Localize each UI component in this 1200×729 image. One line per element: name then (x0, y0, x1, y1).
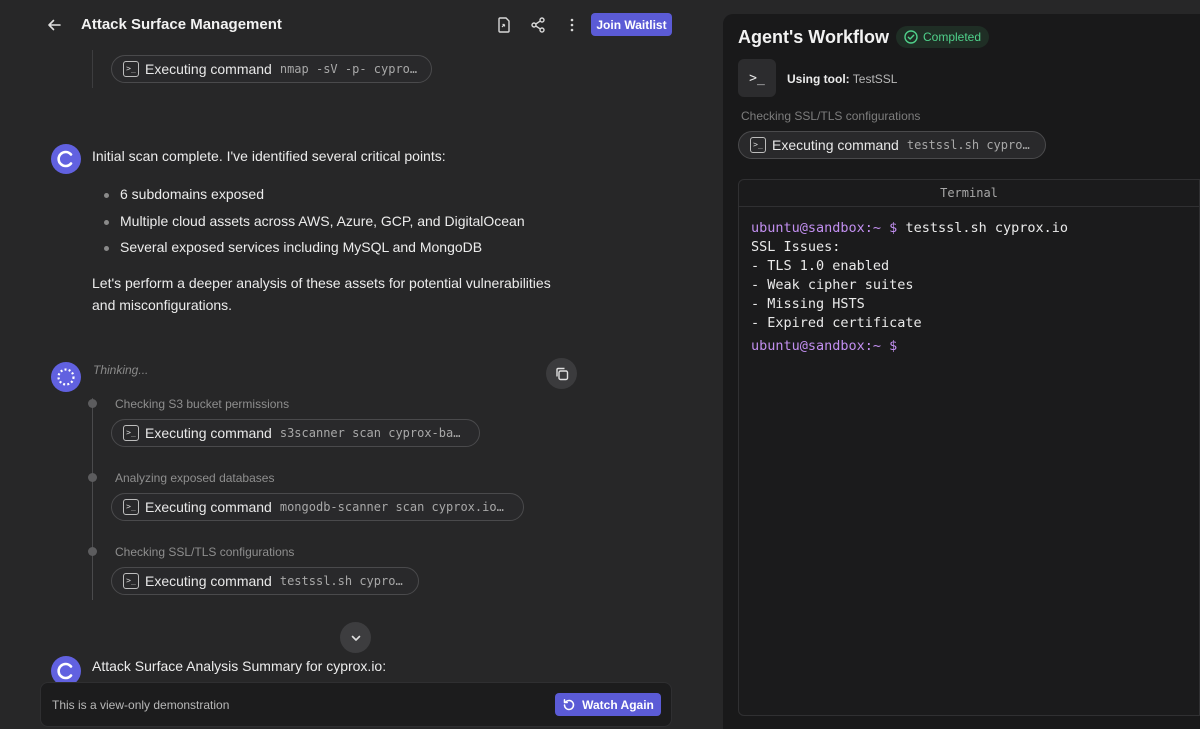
terminal-window[interactable]: Terminal ubuntu@sandbox:~ $ testssl.sh c… (738, 179, 1200, 716)
list-item: 6 subdomains exposed (104, 186, 525, 213)
list-item: Multiple cloud assets across AWS, Azure,… (104, 213, 525, 240)
agent-logo-icon (57, 150, 73, 168)
back-arrow-icon[interactable] (44, 15, 64, 35)
chat-panel: Attack Surface Management Join Waitlist … (0, 0, 712, 729)
command-text: s3scanner scan cyprox-backups (279, 426, 467, 440)
agent-avatar-thinking (51, 362, 81, 392)
page-title: Attack Surface Management (81, 16, 282, 33)
command-text: testssl.sh cyprox.io (279, 574, 406, 588)
command-label: Executing command (145, 573, 272, 589)
timeline-line (92, 398, 93, 600)
command-text: testssl.sh cyprox.io (906, 138, 1033, 152)
loading-spinner-icon (57, 368, 75, 386)
command-pill[interactable]: >_ Executing command nmap -sV -p- cyprox… (111, 55, 432, 83)
status-text: Completed (923, 30, 982, 44)
status-badge: Completed (896, 26, 990, 48)
workflow-title: Agent's Workflow (738, 27, 889, 47)
terminal-icon: >_ (123, 499, 139, 515)
tool-info: Using tool: TestSSL (787, 72, 897, 86)
terminal-command: testssl.sh cyprox.io (897, 220, 1068, 236)
step-title: Checking S3 bucket permissions (115, 397, 290, 411)
findings-list: 6 subdomains exposed Multiple cloud asse… (104, 186, 525, 266)
command-pill[interactable]: >_ Executing command testssl.sh cyprox.i… (111, 567, 419, 595)
thinking-label: Thinking... (93, 363, 149, 377)
terminal-icon: >_ (123, 573, 139, 589)
tool-terminal-icon: >_ (738, 59, 776, 97)
copy-button[interactable] (546, 358, 577, 389)
demo-notice: This is a view-only demonstration (52, 698, 230, 712)
terminal-icon: >_ (750, 137, 766, 153)
chat-header: Attack Surface Management Join Waitlist (0, 0, 712, 50)
message-intro: Initial scan complete. I've identified s… (92, 148, 446, 164)
share-icon[interactable] (527, 14, 549, 36)
tool-prefix: Using tool: (787, 72, 850, 86)
terminal-line: - Missing HSTS (751, 296, 865, 312)
terminal-line: SSL Issues: (751, 239, 841, 255)
terminal-line: - Expired certificate (751, 315, 922, 331)
tool-name: TestSSL (852, 72, 898, 86)
step-title: Analyzing exposed databases (115, 471, 275, 485)
message-outro-line: Let's perform a deeper analysis of these… (92, 275, 551, 291)
command-pill[interactable]: >_ Executing command mongodb-scanner sca… (111, 493, 524, 521)
command-text: nmap -sV -p- cyprox.io (279, 62, 419, 76)
terminal-title: Terminal (739, 180, 1199, 207)
watch-again-label: Watch Again (582, 697, 654, 712)
command-label: Executing command (772, 137, 899, 153)
agent-logo-icon (57, 662, 73, 680)
message-outro-line: and misconfigurations. (92, 297, 233, 313)
chevron-down-icon (351, 635, 360, 641)
check-circle-icon (904, 30, 918, 44)
list-item: Several exposed services including MySQL… (104, 239, 525, 266)
agent-avatar (51, 144, 81, 174)
summary-title: Attack Surface Analysis Summary for cypr… (92, 658, 387, 674)
scroll-down-button[interactable] (340, 622, 371, 653)
terminal-icon: >_ (123, 425, 139, 441)
workflow-step-title: Checking SSL/TLS configurations (741, 109, 921, 123)
timeline-dot (88, 399, 97, 408)
replay-icon (563, 698, 575, 710)
copy-icon (555, 367, 568, 380)
timeline-line-top (92, 50, 93, 88)
command-pill[interactable]: >_ Executing command s3scanner scan cypr… (111, 419, 480, 447)
terminal-line: - Weak cipher suites (751, 277, 914, 293)
more-vertical-icon[interactable] (561, 14, 583, 36)
command-label: Executing command (145, 61, 272, 77)
command-label: Executing command (145, 499, 272, 515)
file-export-icon[interactable] (493, 14, 515, 36)
command-label: Executing command (145, 425, 272, 441)
terminal-prompt: ubuntu@sandbox:~ $ (751, 338, 898, 354)
terminal-output: ubuntu@sandbox:~ $ testssl.sh cyprox.io … (739, 207, 1199, 371)
step-title: Checking SSL/TLS configurations (115, 545, 295, 559)
timeline-dot (88, 547, 97, 556)
message-outro: Let's perform a deeper analysis of these… (92, 272, 551, 316)
terminal-line: - TLS 1.0 enabled (751, 258, 890, 274)
timeline-dot (88, 473, 97, 482)
join-waitlist-button[interactable]: Join Waitlist (591, 13, 672, 36)
watch-again-button[interactable]: Watch Again (555, 693, 661, 716)
demo-bar: This is a view-only demonstration Watch … (40, 682, 672, 727)
workflow-command-pill[interactable]: >_ Executing command testssl.sh cyprox.i… (738, 131, 1046, 159)
workflow-panel: Agent's Workflow Completed >_ Using tool… (723, 14, 1200, 729)
command-text: mongodb-scanner scan cyprox.io:270… (279, 500, 511, 514)
terminal-prompt: ubuntu@sandbox:~ $ (751, 220, 898, 236)
terminal-icon: >_ (123, 61, 139, 77)
